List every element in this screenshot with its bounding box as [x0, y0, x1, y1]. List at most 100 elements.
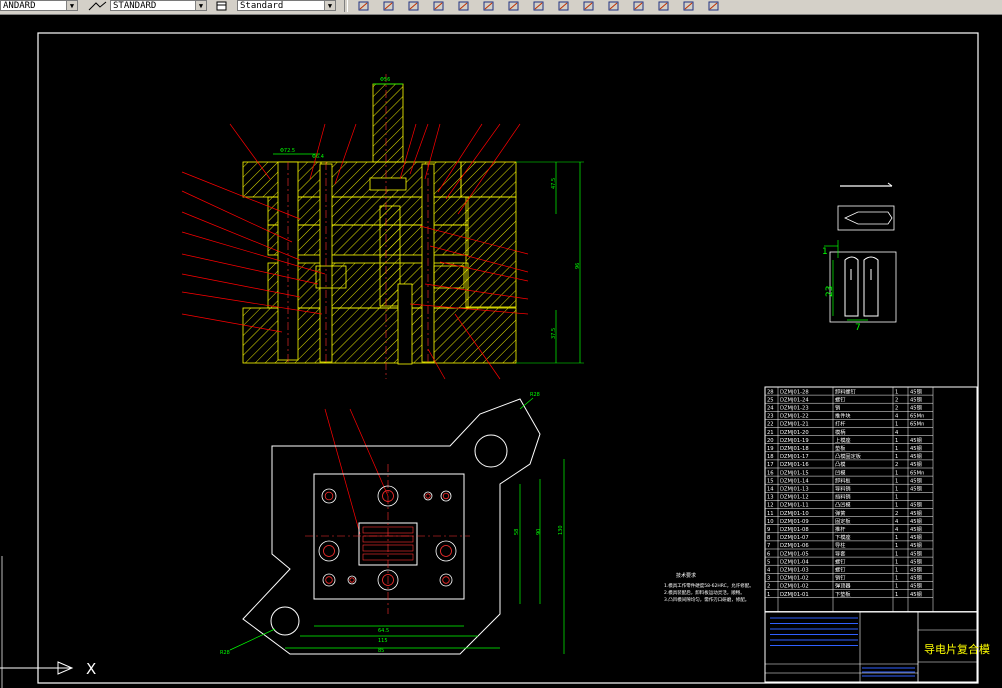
bom-cell: 2	[895, 462, 898, 468]
fillet-icon[interactable]	[683, 1, 694, 11]
bom-cell: DZMJ01-08	[780, 527, 809, 533]
bom-cell: 45钢	[910, 476, 922, 484]
bom-cell: DZMJ01-05	[780, 551, 809, 557]
rotate-icon[interactable]	[508, 1, 519, 11]
bom-cell: 销钉	[835, 574, 845, 582]
bom-cell: 1	[895, 389, 898, 395]
drawing-canvas[interactable]: X Φ56 Φ72.5 Φ6.4 96 47.5 37.5 90 58 130 …	[0, 14, 1002, 688]
sketch-icon[interactable]	[358, 1, 369, 11]
toolbar-separator	[344, 0, 348, 12]
bom-cell: 1	[895, 543, 898, 549]
bom-cell: 9	[767, 527, 770, 533]
bom-cell: 1	[895, 559, 898, 565]
dim-plan-w2: 115	[378, 638, 388, 644]
bom-cell: DZMJ01-10	[780, 511, 809, 517]
drawing-title: 导电片复合模	[924, 642, 990, 656]
plan-hole	[439, 573, 453, 587]
table-style-combo[interactable]: Standard ▼	[237, 0, 336, 11]
dim-plan-w1: 64.5	[378, 628, 389, 634]
bom-cell: 45钢	[910, 436, 922, 444]
dim-hole-b: R28	[220, 650, 230, 656]
bom-cell: DZMJ01-01	[780, 592, 809, 598]
stretch-icon[interactable]	[558, 1, 569, 11]
bom-cell: 45钢	[910, 549, 922, 557]
bom-cell: DZMJ01-20	[780, 430, 809, 436]
plan-view: 90 58 130 64.5 115 85 R28 R28	[220, 392, 565, 656]
bom-cell: 下模座	[835, 533, 851, 541]
bom-cell: DZMJ01-13	[780, 487, 809, 493]
bom-cell: 销	[835, 404, 840, 412]
bom-cell: DZMJ01-22	[780, 414, 809, 420]
bom-cell: 45钢	[910, 509, 922, 517]
scale-icon[interactable]	[533, 1, 544, 11]
bom-cell: 1	[895, 584, 898, 590]
bom-cell: DZMJ01-11	[780, 503, 809, 509]
array-icon[interactable]	[458, 1, 469, 11]
extend-icon[interactable]	[608, 1, 619, 11]
bom-cell: 12	[767, 503, 774, 509]
bom-cell: 25	[767, 397, 774, 403]
cad-toolbar: ANDARD ▼ STANDARD ▼ Standard ▼	[0, 0, 1002, 15]
chevron-down-icon[interactable]: ▼	[324, 1, 335, 10]
bom-cell: DZMJ01-16	[780, 462, 809, 468]
bom-cell: DZMJ01-18	[780, 446, 809, 452]
text-style-combo[interactable]: ANDARD ▼	[0, 0, 78, 11]
pan-icon[interactable]	[483, 1, 494, 11]
bom-cell: 2	[895, 511, 898, 517]
bom-cell: 3	[767, 576, 770, 582]
bom-cell: 垫板	[835, 444, 846, 452]
chevron-down-icon[interactable]: ▼	[66, 1, 77, 10]
dim-style-combo[interactable]: STANDARD ▼	[110, 0, 207, 11]
bom-cell: 2	[767, 584, 770, 590]
dim-plan-h1: 90	[536, 529, 542, 535]
bom-cell: 1	[767, 592, 770, 598]
table-style-value: Standard	[240, 1, 284, 11]
bom-cell: 45钢	[910, 541, 922, 549]
bom-cell: 螺钉	[835, 566, 845, 574]
plan-hole	[322, 573, 336, 587]
bom-cell: DZMJ01-02	[780, 576, 809, 582]
bom-cell: DZMJ01-09	[780, 519, 809, 525]
bom-cell: 45钢	[910, 460, 922, 468]
bom-cell: 16	[767, 470, 774, 476]
bom-cell: 1	[895, 576, 898, 582]
bom-cell: 挡料销	[835, 493, 851, 501]
mirror-icon[interactable]	[408, 1, 419, 11]
trim-icon[interactable]	[583, 1, 594, 11]
offset-icon[interactable]	[433, 1, 444, 11]
bom-cell: 导料销	[835, 485, 851, 493]
plan-hole	[423, 491, 433, 501]
bom-cell: 45钢	[910, 501, 922, 509]
bom-cell: 凹模	[835, 468, 845, 476]
bom-cell: 上模座	[835, 436, 851, 444]
table-style-icon[interactable]	[216, 1, 227, 11]
text-style-value: ANDARD	[3, 1, 36, 11]
bom-cell: 45钢	[910, 566, 922, 574]
dim-hole-a: R28	[530, 392, 540, 398]
bom-cell: 4	[895, 414, 899, 420]
bom-cell: DZMJ01-14	[780, 478, 809, 484]
part-view: 1 23 7	[822, 182, 897, 333]
dim-plan-h3: 130	[558, 525, 564, 535]
chamfer-icon[interactable]	[658, 1, 669, 11]
bom-cell: 4	[895, 430, 899, 436]
bom-cell: 45钢	[910, 582, 922, 590]
dim-right-top: 47.5	[551, 178, 557, 189]
bom-cell: 1	[895, 422, 898, 428]
break-icon[interactable]	[633, 1, 644, 11]
bom-cell: 45钢	[910, 395, 922, 403]
chevron-down-icon[interactable]: ▼	[195, 1, 206, 10]
dim-right-total: 96	[575, 263, 581, 269]
plan-hole	[321, 488, 337, 504]
bom-cell: DZMJ01-03	[780, 568, 809, 574]
bom-cell: 凸模	[835, 460, 845, 468]
bom-cell: 65Mn	[910, 470, 924, 476]
bom-cell: 下垫板	[835, 590, 851, 598]
bom-cell: 22	[767, 422, 774, 428]
x-axis-label: X	[86, 660, 96, 678]
note-2: 2.模具装配后，卸料板运动灵活，顺畅。	[664, 589, 745, 596]
move-icon[interactable]	[383, 1, 394, 11]
dim-style-icon[interactable]	[88, 1, 108, 11]
explode-icon[interactable]	[708, 1, 719, 11]
bom-cell: 1	[895, 478, 898, 484]
